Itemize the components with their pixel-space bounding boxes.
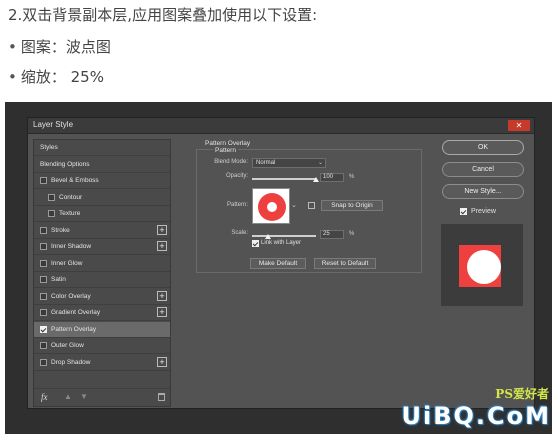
style-item-stroke[interactable]: Stroke +	[34, 223, 170, 239]
make-default-button[interactable]: Make Default	[250, 258, 306, 269]
layer-style-dialog: Layer Style ✕ Styles Blending Options Beve…	[27, 117, 535, 409]
arrow-down-icon[interactable]: ▼	[80, 392, 88, 401]
style-item-texture[interactable]: Texture	[34, 206, 170, 222]
preview-swatch	[459, 245, 501, 287]
blend-mode-select[interactable]: Normal ⌄	[252, 158, 326, 168]
style-checkbox[interactable]	[40, 358, 47, 366]
blend-mode-label: Blend Mode:	[214, 159, 248, 165]
ok-button[interactable]: OK	[442, 140, 524, 155]
group-title: Pattern	[213, 147, 238, 154]
add-effect-button[interactable]: +	[157, 307, 167, 317]
add-effect-button[interactable]: +	[157, 241, 167, 251]
style-item-outer-glow[interactable]: Outer Glow	[34, 338, 170, 354]
bullet-text: 缩放： 25%	[20, 68, 104, 86]
preview-pattern	[467, 250, 501, 284]
style-list: Styles Blending Options Bevel & Emboss Cont…	[33, 139, 171, 407]
style-checkbox[interactable]	[48, 210, 55, 217]
preview-checkbox[interactable]	[460, 208, 467, 215]
instruction-heading: 2.双击背景副本层,应用图案叠加使用以下设置:	[8, 6, 318, 24]
style-item-label: Inner Glow	[51, 259, 83, 267]
style-item-pattern-overlay[interactable]: Pattern Overlay	[34, 321, 170, 338]
section-title: Pattern Overlay	[205, 140, 251, 147]
watermark-sub: PS爱好者	[495, 387, 549, 401]
watermark-logo: UiBQ.CoM	[401, 402, 551, 430]
style-checkbox[interactable]	[40, 243, 47, 250]
add-effect-button[interactable]: +	[157, 224, 167, 235]
title-bar[interactable]: Layer Style ✕	[28, 118, 534, 134]
cancel-button[interactable]: Cancel	[442, 162, 524, 177]
style-item-label: Drop Shadow	[51, 358, 91, 366]
style-list-footer: fx ▲ ▼	[34, 388, 170, 406]
style-item-color-overlay[interactable]: Color Overlay +	[34, 289, 170, 305]
style-item-blending-options[interactable]: Blending Options	[34, 157, 170, 173]
style-item-inner-glow[interactable]: Inner Glow	[34, 256, 170, 272]
style-checkbox[interactable]	[40, 226, 47, 234]
style-item-label: Inner Shadow	[51, 243, 92, 250]
scale-slider[interactable]	[252, 235, 316, 237]
preview-label: Preview	[471, 208, 496, 215]
style-checkbox[interactable]	[40, 259, 47, 267]
pattern-label: Pattern:	[226, 202, 248, 208]
style-item-label: Gradient Overlay	[51, 309, 101, 316]
dialog-title: Layer Style	[33, 120, 74, 129]
style-item-label: Texture	[59, 210, 81, 217]
bullet-marker: •	[8, 68, 17, 86]
pattern-picker[interactable]	[252, 188, 290, 224]
opacity-unit: %	[349, 174, 355, 180]
add-effect-button[interactable]: +	[157, 356, 167, 367]
scale-field[interactable]: 25	[320, 230, 344, 239]
chevron-down-icon: ⌄	[317, 160, 323, 166]
instruction-bullet-pattern: • 图案：波点图	[8, 36, 111, 57]
new-preset-icon[interactable]	[308, 202, 315, 209]
preview-thumbnail	[441, 224, 523, 306]
style-item-label: Stroke	[51, 226, 70, 234]
style-checkbox[interactable]	[40, 309, 47, 316]
style-item-styles[interactable]: Styles	[34, 140, 170, 156]
scale-label: Scale:	[231, 230, 248, 236]
scale-unit: %	[349, 231, 355, 237]
style-item-label: Bevel & Emboss	[51, 177, 99, 184]
opacity-slider[interactable]	[252, 178, 316, 180]
chevron-down-icon[interactable]: ⌄	[291, 201, 297, 209]
add-effect-button[interactable]: +	[157, 290, 167, 301]
style-checkbox[interactable]	[48, 193, 55, 201]
snap-to-origin-button[interactable]: Snap to Origin	[321, 200, 383, 211]
style-item-drop-shadow[interactable]: Drop Shadow +	[34, 355, 170, 371]
style-checkbox[interactable]	[40, 342, 47, 349]
arrow-up-icon[interactable]: ▲	[64, 392, 72, 401]
link-with-layer-label: Link with Layer	[261, 240, 302, 246]
opacity-label: Opacity:	[225, 173, 248, 179]
instruction-bullet-scale: • 缩放： 25%	[8, 66, 104, 87]
style-checkbox[interactable]	[40, 276, 47, 283]
style-item-label: Color Overlay	[51, 292, 91, 300]
style-item-label: Contour	[59, 193, 83, 201]
style-checkbox[interactable]	[40, 177, 47, 184]
style-item-label: Pattern Overlay	[51, 325, 97, 333]
link-with-layer-checkbox[interactable]	[252, 240, 259, 247]
style-item-label: Blending Options	[40, 160, 90, 168]
bullet-marker: •	[8, 38, 17, 56]
style-item-gradient-overlay[interactable]: Gradient Overlay +	[34, 305, 170, 321]
style-item-label: Outer Glow	[51, 342, 84, 349]
style-item-inner-shadow[interactable]: Inner Shadow +	[34, 239, 170, 255]
close-button[interactable]: ✕	[508, 120, 530, 131]
style-item-contour[interactable]: Contour	[34, 190, 170, 206]
style-item-satin[interactable]: Satin	[34, 272, 170, 288]
style-item-bevel-emboss[interactable]: Bevel & Emboss	[34, 173, 170, 189]
blend-mode-value: Normal	[256, 160, 276, 166]
new-style-button[interactable]: New Style...	[442, 184, 524, 199]
style-checkbox[interactable]	[40, 325, 47, 333]
opacity-field[interactable]: 100	[320, 173, 344, 182]
reset-to-default-button[interactable]: Reset to Default	[314, 258, 376, 269]
scale-slider-thumb[interactable]	[265, 234, 271, 239]
fx-button[interactable]: fx	[41, 392, 48, 402]
style-item-label: Satin	[51, 276, 66, 283]
trash-icon[interactable]	[158, 393, 165, 401]
opacity-slider-thumb[interactable]	[313, 177, 319, 182]
close-icon: ✕	[515, 121, 523, 130]
style-checkbox[interactable]	[40, 292, 47, 300]
pattern-thumbnail	[253, 189, 289, 223]
bullet-text: 图案：波点图	[20, 38, 111, 56]
style-item-label: Styles	[40, 144, 58, 151]
